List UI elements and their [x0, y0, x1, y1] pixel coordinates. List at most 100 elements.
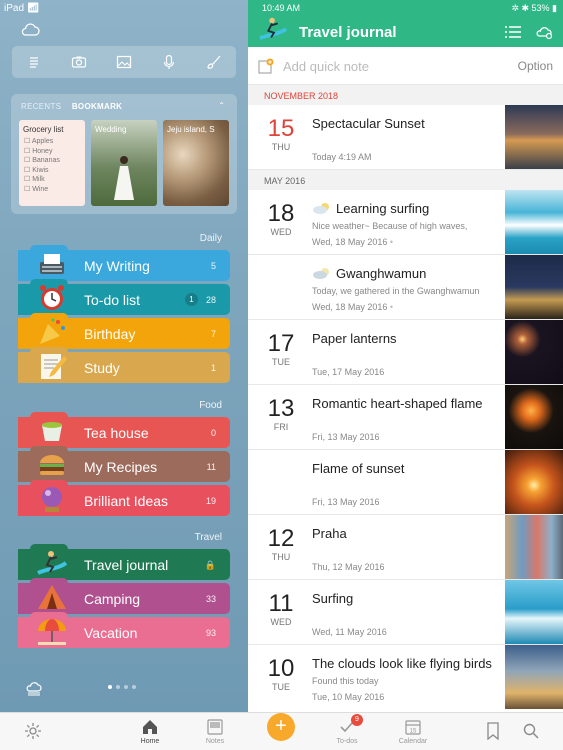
entry-day: 15: [267, 115, 295, 142]
entry-flying-birds[interactable]: 10 TUE The clouds look like flying birds…: [248, 645, 563, 710]
burger-icon: [40, 455, 64, 475]
journal-label: Travel journal: [84, 557, 169, 573]
journal-label: Study: [84, 360, 120, 376]
journal-count: 7: [210, 329, 216, 339]
bookmark-icon[interactable]: [485, 722, 501, 740]
tent-icon: [38, 585, 66, 609]
entry-learning-surfing[interactable]: 18 WED Learning surfing Nice weather~ Be…: [248, 190, 563, 255]
entry-title-text: Gwanghwamun: [336, 266, 427, 281]
entry-spectacular-sunset[interactable]: 15 THU Spectacular Sunset Today 4:19 AM: [248, 105, 563, 170]
notes-icon: [207, 719, 223, 735]
surfer-icon: [37, 551, 68, 575]
journal-title: Travel journal: [299, 24, 397, 41]
microphone-icon[interactable]: [161, 54, 177, 70]
entry-day: 18: [267, 200, 295, 227]
entry-title: Learning surfing: [312, 201, 429, 216]
gear-icon[interactable]: [24, 722, 42, 740]
journal-label: My Recipes: [84, 459, 158, 475]
entry-praha[interactable]: 12 THU Praha Thu, 12 May 2016: [248, 515, 563, 580]
entry-surfing[interactable]: 11 WED Surfing Wed, 11 May 2016: [248, 580, 563, 645]
page-dot: [116, 685, 120, 689]
entry-day: 12: [267, 525, 295, 552]
entry-photo: [505, 450, 563, 514]
journal-study[interactable]: Study 1: [18, 347, 230, 383]
nav-notes[interactable]: Notes: [195, 718, 235, 745]
journal-camping[interactable]: Camping 33: [18, 578, 230, 614]
entry-title: Surfing: [312, 591, 354, 606]
entry-title: Paper lanterns: [312, 331, 397, 346]
entry-day: 11: [268, 590, 294, 617]
partly-cloudy-icon: [313, 203, 329, 214]
bookmark-card-grocery[interactable]: Grocery list ☐ Apples ☐ Honey ☐ Bananas …: [19, 120, 85, 206]
quick-note-input[interactable]: Add quick note: [283, 59, 369, 74]
camera-icon[interactable]: [71, 54, 87, 70]
entry-flame-of-sunset[interactable]: Flame of sunset Fri, 13 May 2016: [248, 450, 563, 515]
journal-birthday[interactable]: Birthday 7: [18, 313, 230, 349]
collapse-icon[interactable]: ⌃: [218, 101, 225, 110]
entry-photo: [505, 515, 563, 579]
bookmark-card-jeju[interactable]: Jeju island, S: [163, 120, 229, 206]
journal-brilliant-ideas[interactable]: Brilliant Ideas 19: [18, 480, 230, 516]
journal-settings-icon[interactable]: [535, 24, 553, 40]
entry-day: 17: [267, 330, 295, 357]
entry-photo: [505, 105, 563, 169]
journal-count: 33: [205, 594, 216, 604]
entry-paper-lanterns[interactable]: 17 TUE Paper lanterns Tue, 17 May 2016: [248, 320, 563, 385]
grocery-item: ☐ Milk: [24, 176, 45, 183]
entry-heart-flame[interactable]: 13 FRI Romantic heart-shaped flame Fri, …: [248, 385, 563, 450]
entry-date: Wed, 11 May 2016: [312, 627, 387, 637]
journal-count: 0: [210, 428, 216, 438]
journal-my-writing[interactable]: My Writing 5: [18, 245, 230, 281]
status-time: 10:49 AM: [262, 3, 301, 13]
journal-travel-journal[interactable]: Travel journal 🔒: [18, 544, 230, 580]
todo-due-badge: 1: [185, 293, 198, 306]
group-label-food: Food: [199, 400, 222, 411]
lock-icon: 🔒: [204, 560, 216, 570]
month-header: MAY 2016: [248, 170, 563, 190]
quick-note-bar[interactable]: Add quick note Option: [248, 47, 563, 85]
entry-title-text: Learning surfing: [336, 201, 430, 216]
nav-home[interactable]: Home: [130, 718, 170, 745]
panel-tabs: RECENTS BOOKMARK: [21, 102, 130, 111]
list-icon[interactable]: [26, 54, 42, 70]
add-entry-button[interactable]: +: [267, 713, 295, 741]
journal-to-do-list[interactable]: To-do list 1 28: [18, 279, 230, 315]
entry-photo: [505, 320, 563, 384]
entry-gwanghwamun[interactable]: Gwanghwamun Today, we gathered in the Gw…: [248, 255, 563, 320]
cloudy-icon: [313, 268, 329, 279]
entry-date: Tue, 17 May 2016: [312, 367, 385, 377]
surfer-icon: [259, 17, 288, 41]
image-icon[interactable]: [116, 54, 132, 70]
brush-icon[interactable]: [206, 54, 222, 70]
search-icon[interactable]: [522, 722, 540, 740]
nav-calendar[interactable]: 15 Calendar: [393, 718, 433, 745]
tab-bookmark[interactable]: BOOKMARK: [72, 102, 122, 111]
option-button[interactable]: Option: [518, 59, 553, 73]
cloud-sync-icon[interactable]: [20, 22, 40, 36]
calendar-icon: 15: [405, 720, 421, 735]
entry-date-text: Wed, 18 May 2016: [312, 302, 388, 312]
grocery-item: ☐ Kiwis: [24, 166, 49, 174]
page-indicator[interactable]: [108, 685, 136, 689]
bookmark-card-wedding[interactable]: Wedding: [91, 120, 157, 206]
journal-count: 11: [206, 462, 216, 472]
manage-journals-icon[interactable]: [25, 680, 43, 696]
alarm-clock-icon: [40, 285, 64, 310]
page-dot: [132, 685, 136, 689]
wifi-icon: 📶︎: [26, 3, 40, 14]
entry-photo: [505, 255, 563, 319]
status-left: iPad 📶︎: [4, 3, 40, 14]
journal-tea-house[interactable]: Tea house 0: [18, 412, 230, 448]
list-view-icon[interactable]: [504, 24, 522, 40]
add-note-icon[interactable]: [258, 58, 274, 74]
grocery-items: ☐ Apples ☐ Honey ☐ Bananas ☐ Kiwis ☐ Mil…: [24, 137, 60, 194]
entry-date-text: Wed, 18 May 2016: [312, 237, 388, 247]
journal-count: 93: [205, 628, 216, 638]
journal-vacation[interactable]: Vacation 93: [18, 612, 230, 648]
journal-my-recipes[interactable]: My Recipes 11: [18, 446, 230, 482]
entry-date: Fri, 13 May 2016: [312, 497, 380, 507]
status-battery: ✲ ✱ 53% ▮: [511, 3, 557, 13]
entry-weekday: WED: [270, 617, 292, 627]
entry-title: The clouds look like flying birds: [312, 656, 492, 671]
tab-recents[interactable]: RECENTS: [21, 102, 61, 111]
